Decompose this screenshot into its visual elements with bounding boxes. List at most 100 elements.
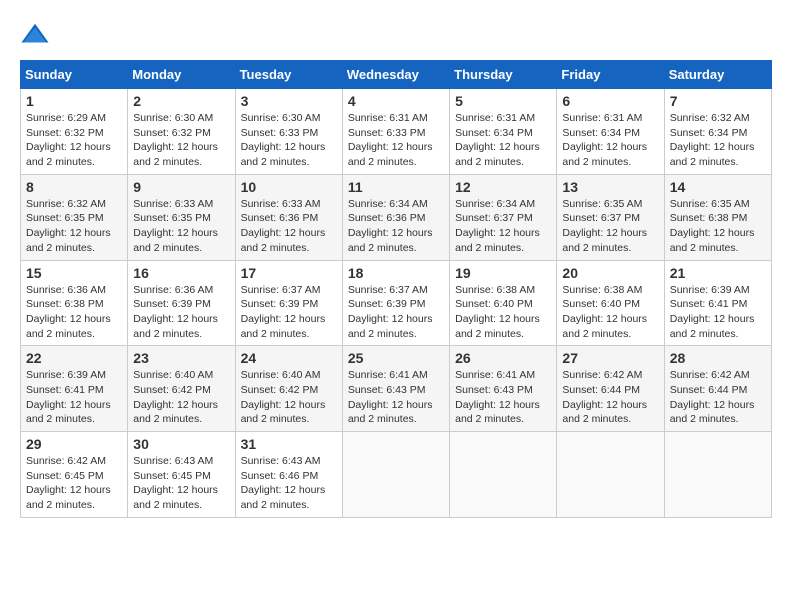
sunset-label: Sunset: 6:39 PM [133, 298, 211, 310]
day-number: 4 [348, 93, 444, 109]
day-info: Sunrise: 6:42 AM Sunset: 6:44 PM Dayligh… [670, 368, 766, 427]
day-info: Sunrise: 6:40 AM Sunset: 6:42 PM Dayligh… [133, 368, 229, 427]
day-number: 22 [26, 350, 122, 366]
calendar-day-cell: 5 Sunrise: 6:31 AM Sunset: 6:34 PM Dayli… [450, 89, 557, 175]
calendar-day-cell: 8 Sunrise: 6:32 AM Sunset: 6:35 PM Dayli… [21, 174, 128, 260]
day-info: Sunrise: 6:30 AM Sunset: 6:33 PM Dayligh… [241, 111, 337, 170]
daylight-label: Daylight: 12 hours [562, 399, 647, 411]
calendar-week-row: 29 Sunrise: 6:42 AM Sunset: 6:45 PM Dayl… [21, 432, 772, 518]
day-info: Sunrise: 6:34 AM Sunset: 6:36 PM Dayligh… [348, 197, 444, 256]
day-info: Sunrise: 6:38 AM Sunset: 6:40 PM Dayligh… [455, 283, 551, 342]
daylight-label: Daylight: 12 hours [348, 141, 433, 153]
calendar-week-row: 15 Sunrise: 6:36 AM Sunset: 6:38 PM Dayl… [21, 260, 772, 346]
daylight-continued: and 2 minutes. [455, 242, 524, 254]
day-info: Sunrise: 6:41 AM Sunset: 6:43 PM Dayligh… [455, 368, 551, 427]
day-info: Sunrise: 6:38 AM Sunset: 6:40 PM Dayligh… [562, 283, 658, 342]
calendar-day-cell: 27 Sunrise: 6:42 AM Sunset: 6:44 PM Dayl… [557, 346, 664, 432]
daylight-label: Daylight: 12 hours [133, 399, 218, 411]
day-info: Sunrise: 6:29 AM Sunset: 6:32 PM Dayligh… [26, 111, 122, 170]
sunrise-label: Sunrise: 6:30 AM [241, 112, 321, 124]
daylight-continued: and 2 minutes. [241, 328, 310, 340]
daylight-label: Daylight: 12 hours [133, 484, 218, 496]
daylight-label: Daylight: 12 hours [26, 227, 111, 239]
day-number: 8 [26, 179, 122, 195]
sunset-label: Sunset: 6:39 PM [241, 298, 319, 310]
sunrise-label: Sunrise: 6:37 AM [348, 284, 428, 296]
day-info: Sunrise: 6:36 AM Sunset: 6:39 PM Dayligh… [133, 283, 229, 342]
sunset-label: Sunset: 6:45 PM [26, 470, 104, 482]
calendar-day-cell: 17 Sunrise: 6:37 AM Sunset: 6:39 PM Dayl… [235, 260, 342, 346]
day-info: Sunrise: 6:31 AM Sunset: 6:34 PM Dayligh… [562, 111, 658, 170]
day-number: 12 [455, 179, 551, 195]
daylight-continued: and 2 minutes. [133, 499, 202, 511]
calendar-day-cell: 11 Sunrise: 6:34 AM Sunset: 6:36 PM Dayl… [342, 174, 449, 260]
day-info: Sunrise: 6:42 AM Sunset: 6:44 PM Dayligh… [562, 368, 658, 427]
calendar-day-cell: 28 Sunrise: 6:42 AM Sunset: 6:44 PM Dayl… [664, 346, 771, 432]
sunset-label: Sunset: 6:34 PM [670, 127, 748, 139]
daylight-continued: and 2 minutes. [562, 242, 631, 254]
sunrise-label: Sunrise: 6:32 AM [670, 112, 750, 124]
sunset-label: Sunset: 6:46 PM [241, 470, 319, 482]
day-number: 18 [348, 265, 444, 281]
sunrise-label: Sunrise: 6:31 AM [562, 112, 642, 124]
daylight-label: Daylight: 12 hours [133, 141, 218, 153]
sunrise-label: Sunrise: 6:37 AM [241, 284, 321, 296]
day-number: 17 [241, 265, 337, 281]
day-number: 29 [26, 436, 122, 452]
weekday-header: Thursday [450, 61, 557, 89]
day-number: 1 [26, 93, 122, 109]
day-number: 14 [670, 179, 766, 195]
day-info: Sunrise: 6:32 AM Sunset: 6:34 PM Dayligh… [670, 111, 766, 170]
daylight-continued: and 2 minutes. [670, 242, 739, 254]
daylight-label: Daylight: 12 hours [670, 399, 755, 411]
calendar-day-cell: 30 Sunrise: 6:43 AM Sunset: 6:45 PM Dayl… [128, 432, 235, 518]
calendar-week-row: 1 Sunrise: 6:29 AM Sunset: 6:32 PM Dayli… [21, 89, 772, 175]
day-info: Sunrise: 6:31 AM Sunset: 6:34 PM Dayligh… [455, 111, 551, 170]
day-number: 20 [562, 265, 658, 281]
day-info: Sunrise: 6:33 AM Sunset: 6:35 PM Dayligh… [133, 197, 229, 256]
daylight-continued: and 2 minutes. [26, 499, 95, 511]
daylight-continued: and 2 minutes. [348, 156, 417, 168]
sunset-label: Sunset: 6:34 PM [455, 127, 533, 139]
daylight-continued: and 2 minutes. [670, 413, 739, 425]
day-info: Sunrise: 6:30 AM Sunset: 6:32 PM Dayligh… [133, 111, 229, 170]
sunset-label: Sunset: 6:35 PM [26, 212, 104, 224]
day-number: 27 [562, 350, 658, 366]
daylight-label: Daylight: 12 hours [241, 484, 326, 496]
calendar-day-cell [342, 432, 449, 518]
sunset-label: Sunset: 6:38 PM [26, 298, 104, 310]
weekday-header: Tuesday [235, 61, 342, 89]
day-number: 11 [348, 179, 444, 195]
sunset-label: Sunset: 6:44 PM [670, 384, 748, 396]
sunset-label: Sunset: 6:35 PM [133, 212, 211, 224]
calendar-day-cell: 22 Sunrise: 6:39 AM Sunset: 6:41 PM Dayl… [21, 346, 128, 432]
weekday-header: Sunday [21, 61, 128, 89]
calendar-day-cell: 9 Sunrise: 6:33 AM Sunset: 6:35 PM Dayli… [128, 174, 235, 260]
day-info: Sunrise: 6:39 AM Sunset: 6:41 PM Dayligh… [26, 368, 122, 427]
calendar-day-cell: 7 Sunrise: 6:32 AM Sunset: 6:34 PM Dayli… [664, 89, 771, 175]
calendar-day-cell: 2 Sunrise: 6:30 AM Sunset: 6:32 PM Dayli… [128, 89, 235, 175]
calendar-day-cell: 15 Sunrise: 6:36 AM Sunset: 6:38 PM Dayl… [21, 260, 128, 346]
sunrise-label: Sunrise: 6:35 AM [670, 198, 750, 210]
weekday-header: Saturday [664, 61, 771, 89]
weekday-header: Friday [557, 61, 664, 89]
sunrise-label: Sunrise: 6:42 AM [670, 369, 750, 381]
calendar-day-cell [557, 432, 664, 518]
calendar-table: SundayMondayTuesdayWednesdayThursdayFrid… [20, 60, 772, 518]
sunset-label: Sunset: 6:43 PM [348, 384, 426, 396]
sunset-label: Sunset: 6:34 PM [562, 127, 640, 139]
sunset-label: Sunset: 6:33 PM [241, 127, 319, 139]
day-number: 16 [133, 265, 229, 281]
calendar-week-row: 8 Sunrise: 6:32 AM Sunset: 6:35 PM Dayli… [21, 174, 772, 260]
sunset-label: Sunset: 6:37 PM [455, 212, 533, 224]
sunrise-label: Sunrise: 6:33 AM [241, 198, 321, 210]
calendar-day-cell: 4 Sunrise: 6:31 AM Sunset: 6:33 PM Dayli… [342, 89, 449, 175]
daylight-continued: and 2 minutes. [26, 156, 95, 168]
sunrise-label: Sunrise: 6:31 AM [348, 112, 428, 124]
sunrise-label: Sunrise: 6:39 AM [670, 284, 750, 296]
day-number: 24 [241, 350, 337, 366]
day-info: Sunrise: 6:33 AM Sunset: 6:36 PM Dayligh… [241, 197, 337, 256]
daylight-continued: and 2 minutes. [133, 156, 202, 168]
sunrise-label: Sunrise: 6:39 AM [26, 369, 106, 381]
sunset-label: Sunset: 6:36 PM [241, 212, 319, 224]
